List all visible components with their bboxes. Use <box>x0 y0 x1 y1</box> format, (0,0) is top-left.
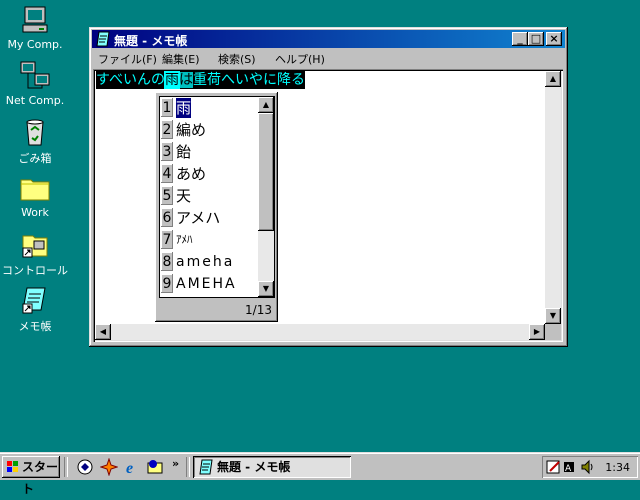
start-label: スタート <box>22 460 59 496</box>
outlook-icon[interactable] <box>146 458 164 476</box>
menu-search[interactable]: 検索(S) <box>218 51 256 67</box>
desktop-icon-control-panel[interactable]: コントロール <box>0 228 70 278</box>
desktop-icon-network[interactable]: Net Comp. <box>0 60 70 107</box>
composition-after: 重荷へいやに降る <box>193 72 306 88</box>
taskbar-item-label: 無題 - メモ帳 <box>217 460 291 474</box>
menu-file[interactable]: ファイル(F) <box>98 51 157 67</box>
system-tray: A 1:34 <box>542 456 638 478</box>
menu-help[interactable]: ヘルプ(H) <box>275 51 325 67</box>
desktop-icon-label: Net Comp. <box>5 94 65 107</box>
scroll-left-icon[interactable]: ◀ <box>95 324 111 340</box>
desktop-icon-label: ごみ箱 <box>18 152 52 165</box>
control-panel-icon <box>22 235 48 258</box>
taskbar-separator <box>186 457 190 477</box>
candidate-item[interactable]: 4 あめ <box>160 163 258 185</box>
candidate-item[interactable]: 1 雨 <box>160 97 258 119</box>
desktop-icon-notepad[interactable]: メモ帳 <box>0 284 70 334</box>
candidate-number: 9 <box>161 274 173 293</box>
composition-before: すべいんの <box>96 72 166 88</box>
start-button[interactable]: スタート <box>2 456 60 496</box>
desktop-icon-my-computer[interactable]: My Comp. <box>0 4 70 51</box>
ime-composition-text: すべいんの雨は重荷へいやに降る <box>96 71 306 89</box>
candidate-text: 天 <box>176 187 192 205</box>
windows-flag-icon <box>7 461 18 472</box>
composition-cursor: は <box>179 72 194 88</box>
computer-icon <box>22 6 48 33</box>
candidate-item[interactable]: 8 ameha <box>160 251 258 273</box>
candidate-list: 1 雨 2 編め 3 飴 4 あめ 5 天 6 アメハ 7 ｱﾒﾊ 8 ameh <box>159 96 275 298</box>
candidate-text: ｱﾒﾊ <box>176 233 193 246</box>
candidate-number: 7 <box>161 230 173 249</box>
desktop-icon-label: Work <box>21 206 49 219</box>
scroll-down-icon[interactable]: ▼ <box>545 308 561 324</box>
candidate-item[interactable]: 2 編め <box>160 119 258 141</box>
candidate-text: 飴 <box>176 143 192 161</box>
window-title: 無題 - メモ帳 <box>114 34 188 48</box>
candidate-text: あめ <box>176 165 207 183</box>
candidate-item[interactable]: 3 飴 <box>160 141 258 163</box>
svg-text:A: A <box>565 464 572 474</box>
desktop-icon-recycle-bin[interactable]: ごみ箱 <box>0 116 70 166</box>
taskbar-separator <box>64 457 68 477</box>
candidate-number: 4 <box>161 164 173 183</box>
title-bar[interactable]: 無題 - メモ帳 _ □ × <box>92 30 565 48</box>
scroll-right-icon[interactable]: ▶ <box>529 324 545 340</box>
ime-status-icon[interactable]: A <box>562 459 578 475</box>
candidate-item[interactable]: 9 AMEHA <box>160 273 258 295</box>
desktop-icon-label: コントロール <box>2 264 68 277</box>
ime-candidate-window: 1 雨 2 編め 3 飴 4 あめ 5 天 6 アメハ 7 ｱﾒﾊ 8 ameh <box>155 92 278 322</box>
maximize-button[interactable]: □ <box>528 32 544 46</box>
scroll-up-icon[interactable]: ▲ <box>258 97 274 113</box>
candidate-item[interactable]: 5 天 <box>160 185 258 207</box>
desktop-icon-work-folder[interactable]: Work <box>0 172 70 219</box>
candidate-number: 6 <box>161 208 173 227</box>
notepad-icon <box>96 31 110 47</box>
network-icon <box>20 61 50 89</box>
svg-text:e: e <box>126 460 133 476</box>
desktop-icon-label: メモ帳 <box>18 320 52 333</box>
menu-edit[interactable]: 編集(E) <box>162 51 200 67</box>
candidate-number: 2 <box>161 120 173 139</box>
quick-launch-overflow-icon[interactable]: » <box>172 457 179 470</box>
minimize-button[interactable]: _ <box>512 32 528 46</box>
candidate-text: ameha <box>176 254 235 270</box>
desktop-icon-label: My Comp. <box>7 38 63 51</box>
size-grip[interactable] <box>545 324 561 340</box>
candidate-text: 編め <box>176 121 207 139</box>
notepad-icon <box>199 459 213 475</box>
clock: 1:34 <box>605 461 630 474</box>
taskbar-item-notepad[interactable]: 無題 - メモ帳 <box>193 456 351 478</box>
candidate-item[interactable]: 7 ｱﾒﾊ <box>160 229 258 251</box>
ime-pen-icon[interactable] <box>546 459 562 475</box>
volume-icon[interactable] <box>580 459 596 475</box>
menu-bar: ファイル(F) 編集(E) 検索(S) ヘルプ(H) <box>92 49 565 67</box>
candidate-item[interactable]: 6 アメハ <box>160 207 258 229</box>
candidate-text: AMEHA <box>176 276 237 292</box>
channel-icon[interactable] <box>100 458 118 476</box>
candidate-scrollbar[interactable]: ▲ ▼ <box>258 97 274 297</box>
ie-icon[interactable]: e <box>124 458 142 476</box>
scroll-down-icon[interactable]: ▼ <box>258 281 274 297</box>
candidate-text: アメハ <box>176 209 221 227</box>
candidate-number: 8 <box>161 252 173 271</box>
recycle-bin-icon <box>26 119 44 146</box>
candidate-number: 3 <box>161 142 173 161</box>
close-button[interactable]: × <box>546 32 562 46</box>
scroll-up-icon[interactable]: ▲ <box>545 71 561 87</box>
candidate-number: 1 <box>161 98 173 117</box>
notepad-icon <box>22 287 46 314</box>
candidate-count: 1/13 <box>245 303 272 317</box>
taskbar: スタート e » 無題 - メモ帳 A 1:34 <box>0 452 640 496</box>
candidate-text: 雨 <box>176 98 192 118</box>
scroll-thumb[interactable] <box>258 113 274 231</box>
composition-selected: 雨 <box>164 71 181 89</box>
folder-icon <box>20 179 50 201</box>
candidate-number: 5 <box>161 186 173 205</box>
vertical-scrollbar[interactable]: ▲ ▼ <box>545 71 561 324</box>
browser-icon[interactable] <box>76 458 94 476</box>
horizontal-scrollbar[interactable]: ◀ ▶ <box>95 324 545 340</box>
